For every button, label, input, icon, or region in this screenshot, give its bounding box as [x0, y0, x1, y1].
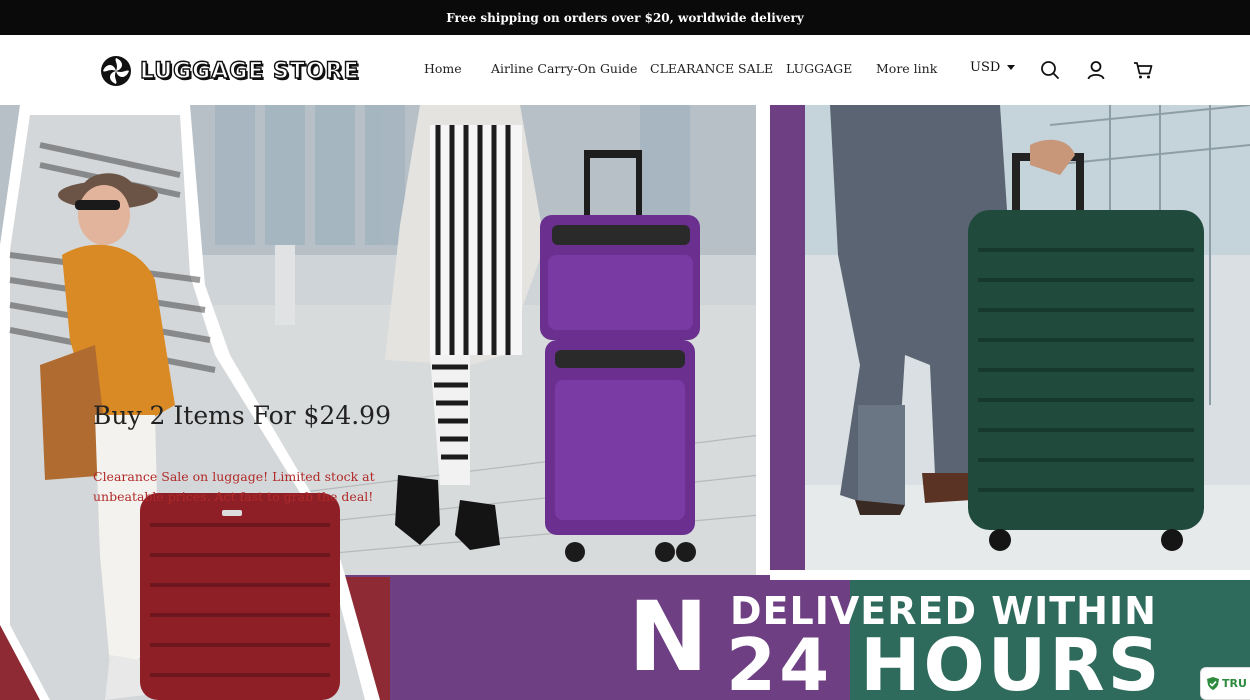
nav-item-home[interactable]: Home: [424, 61, 462, 76]
nav-item-luggage[interactable]: LUGGAGE: [786, 61, 852, 76]
hero-title: Buy 2 Items For $24.99: [93, 401, 391, 430]
hero-subtitle: Clearance Sale on luggage! Limited stock…: [93, 469, 375, 504]
search-icon[interactable]: [1039, 59, 1061, 81]
brand-logo[interactable]: LUGGAGE STORE: [100, 55, 360, 87]
trust-badge-label: TRU: [1222, 677, 1247, 690]
brand-logo-icon: [101, 56, 131, 86]
caret-down-icon: [1007, 65, 1016, 70]
shield-check-icon: [1207, 677, 1219, 690]
cart-icon[interactable]: [1132, 59, 1154, 81]
trust-badge[interactable]: TRU: [1200, 667, 1250, 700]
hero-banner[interactable]: Buy 2 Items For $24.99 Clearance Sale on…: [0, 105, 1250, 700]
announcement-bar: Free shipping on orders over $20, worldw…: [0, 0, 1250, 35]
account-icon[interactable]: [1085, 59, 1107, 81]
nav-item-airline-carry-on-guide[interactable]: Airline Carry-On Guide: [491, 61, 637, 76]
banner-line-2: 24 HOURS: [726, 623, 1163, 700]
banner-letter: N: [628, 581, 708, 693]
currency-label: USD: [970, 60, 1001, 75]
nav-item-more-link[interactable]: More link: [876, 61, 937, 76]
site-header: LUGGAGE STORE Home Airline Carry-On Guid…: [0, 35, 1250, 105]
announcement-text: Free shipping on orders over $20, worldw…: [446, 10, 804, 25]
currency-selector[interactable]: USD: [970, 60, 1016, 75]
nav-item-clearance-sale[interactable]: CLEARANCE SALE: [650, 61, 773, 76]
brand-name: LUGGAGE STORE: [139, 58, 360, 84]
